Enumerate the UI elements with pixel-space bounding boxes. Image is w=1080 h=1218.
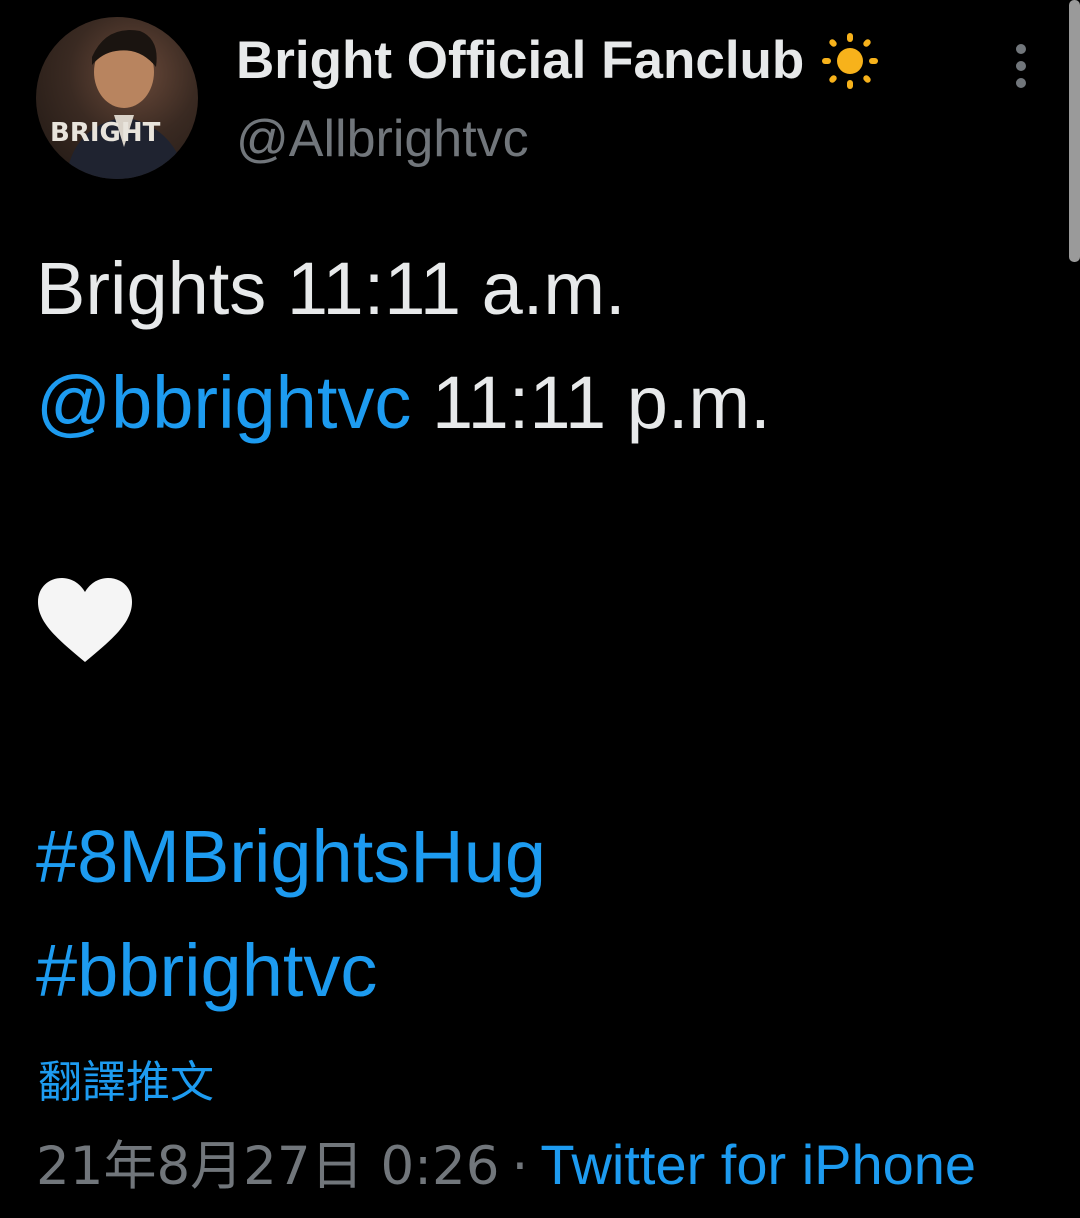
tweet-line-2-text: 11:11 p.m. — [411, 361, 771, 444]
more-dot-icon — [1016, 78, 1026, 88]
hashtag-link[interactable]: #bbrightvc — [36, 914, 546, 1028]
author-display-name[interactable]: Bright Official Fanclub — [236, 30, 880, 92]
tweet-meta: 21年8月27日 0:26 · Twitter for iPhone — [36, 1130, 976, 1202]
tweet-timestamp[interactable]: 21年8月27日 0:26 — [36, 1136, 499, 1197]
mention-link[interactable]: @bbrightvc — [36, 361, 411, 444]
translate-tweet-link[interactable]: 翻譯推文 — [38, 1046, 214, 1110]
avatar-brand-text: BRIGHT — [50, 118, 161, 148]
avatar-image: BRIGHT — [50, 30, 186, 179]
meta-separator: · — [511, 1136, 529, 1197]
more-options-button[interactable] — [1004, 40, 1038, 90]
scrollbar[interactable] — [1069, 0, 1080, 262]
hashtag-link[interactable]: #8MBrightsHug — [36, 800, 546, 914]
heart-emoji — [36, 576, 134, 671]
display-name-text: Bright Official Fanclub — [236, 31, 805, 90]
tweet-line-2: @bbrightvc 11:11 p.m. — [36, 346, 1036, 460]
white-heart-icon — [38, 578, 132, 662]
tweet-source-link[interactable]: Twitter for iPhone — [540, 1133, 976, 1196]
more-dot-icon — [1016, 61, 1026, 71]
avatar[interactable]: BRIGHT — [36, 17, 198, 179]
tweet-line-1: Brights 11:11 a.m. — [36, 247, 626, 330]
tweet-body: Brights 11:11 a.m. @bbrightvc 11:11 p.m. — [36, 232, 1036, 460]
hashtag-list: #8MBrightsHug #bbrightvc — [36, 800, 546, 1028]
sun-emoji-icon — [822, 33, 879, 89]
author-handle[interactable]: @Allbrightvc — [236, 108, 529, 170]
more-dot-icon — [1016, 44, 1026, 54]
